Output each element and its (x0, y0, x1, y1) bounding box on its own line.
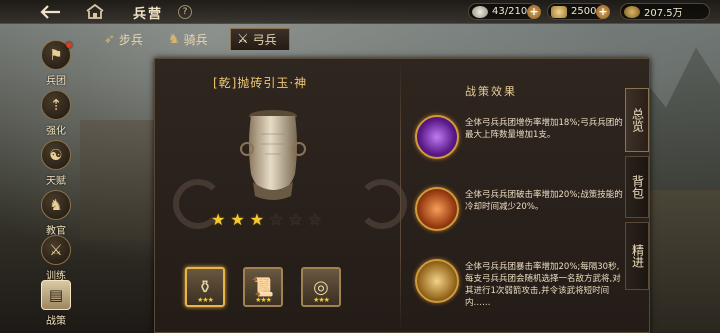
star-filled-icon: ★ (249, 210, 265, 229)
archer-gold-icon[interactable] (415, 259, 459, 303)
star-empty-icon: ★ (288, 210, 303, 229)
tab-archer[interactable]: ⚔ 弓兵 (230, 28, 290, 50)
grain-icon (551, 5, 567, 18)
effect-item: 全体弓兵兵团破击率增加20%;战策技能的冷却时间减少20%。 (415, 187, 625, 239)
star-filled-icon: ★ (211, 210, 226, 229)
silver-value: 207.5万 (644, 8, 683, 19)
silver-icon (624, 5, 640, 18)
tab-overview[interactable]: 总览 (625, 88, 649, 152)
sidebar-item-upgrade[interactable]: ⇡ 强化 (34, 90, 78, 146)
upgrade-icon: ⇡ (41, 90, 71, 120)
panel-divider (400, 59, 401, 333)
sidebar-item-talent[interactable]: ☯ 天赋 (34, 140, 78, 196)
item-variants: ⚱ ★★★ 📜 ★★★ ◎ ★★★ (185, 267, 355, 311)
effect-description: 全体弓兵兵团破击率增加20%;战策技能的冷却时间减少20%。 (465, 190, 623, 212)
troops-value: 43/210 (492, 6, 528, 17)
troops-icon (472, 5, 488, 18)
page-title: 兵营 (133, 7, 164, 22)
item-title: [乾]抛砖引玉·神 (213, 76, 308, 90)
effect-item: 全体弓兵兵团增伤率增加18%;弓兵兵团的最大上阵数量增加1支。 (415, 115, 625, 167)
tab-bag[interactable]: 背包 (625, 156, 649, 218)
add-troops-button[interactable]: + (527, 5, 541, 19)
sidebar-item-label: 天赋 (46, 176, 66, 187)
sidebar-item-legion[interactable]: ⚑ 兵团 (34, 40, 78, 96)
jar-artwork (237, 104, 309, 204)
tab-label: 骑兵 (183, 32, 208, 47)
instructor-icon: ♞ (41, 190, 71, 220)
star-empty-icon: ★ (269, 210, 284, 229)
effects-title: 战策效果 (465, 85, 517, 98)
tab-cavalry[interactable]: ♞ 骑兵 (168, 28, 224, 50)
sidebar-item-strategy[interactable]: ▤ 战策 (34, 280, 78, 333)
grain-value: 2500 (571, 6, 597, 17)
archer-purple-icon[interactable] (415, 115, 459, 159)
spear-icon: ➶ (104, 31, 115, 47)
variant-jar[interactable]: ⚱ ★★★ (185, 267, 225, 307)
star-filled-icon: ★ (230, 210, 245, 229)
tab-label: 弓兵 (252, 33, 277, 47)
variant-scroll[interactable]: 📜 ★★★ (243, 267, 283, 307)
back-arrow-icon[interactable] (38, 2, 64, 22)
variant-stars: ★★★ (197, 296, 214, 304)
strategy-book-icon: ▤ (41, 280, 71, 310)
top-bar: 兵营 ? 43/210 + 2500 + 207.5万 (0, 0, 720, 24)
tab-infantry[interactable]: ➶ 步兵 (104, 28, 158, 50)
sidebar-item-label: 兵团 (46, 76, 66, 87)
sidebar-item-label: 强化 (46, 126, 66, 137)
tab-label: 总览 (630, 108, 645, 132)
crossed-bows-icon: ⚔ (237, 32, 249, 47)
horse-icon: ♞ (168, 31, 180, 47)
star-rating: ★ ★ ★ ★ ★ ★ (211, 212, 331, 228)
add-grain-button[interactable]: + (596, 5, 610, 19)
effect-item: 全体弓兵兵团暴击率增加20%;每隔30秒,每支弓兵兵团会随机选择一名敌方武将,对… (415, 259, 625, 308)
silver-counter: 207.5万 (620, 3, 710, 20)
training-icon: ⚔ (41, 235, 71, 265)
grain-counter: 2500 + (547, 3, 610, 20)
sidebar-item-label: 战策 (46, 316, 66, 327)
fortress (640, 190, 720, 333)
tab-label: 步兵 (118, 32, 143, 47)
effect-description: 全体弓兵兵团暴击率增加20%;每隔30秒,每支弓兵兵团会随机选择一名敌方武将,对… (465, 262, 621, 308)
jar-icon: ⚱ (197, 276, 213, 298)
notification-dot (66, 42, 72, 48)
effect-description: 全体弓兵兵团增伤率增加18%;弓兵兵团的最大上阵数量增加1支。 (465, 118, 623, 140)
bow-fire-icon[interactable] (415, 187, 459, 231)
variant-stars: ★★★ (255, 296, 272, 304)
tab-label: 背包 (630, 175, 645, 199)
strategy-panel: [乾]抛砖引玉·神 ★ ★ ★ ★ ★ ★ ⚱ ★★★ 📜 ★★★ ◎ ★★★ … (154, 58, 650, 333)
talent-icon: ☯ (41, 140, 71, 170)
tab-refine[interactable]: 精进 (625, 222, 649, 290)
help-button[interactable]: ? (178, 5, 192, 19)
scroll-icon: 📜 (251, 276, 275, 298)
troops-counter: 43/210 + (468, 3, 541, 20)
star-empty-icon: ★ (307, 210, 323, 229)
variant-stars: ★★★ (313, 296, 330, 304)
camp-icon[interactable] (84, 3, 106, 21)
disc-icon: ◎ (313, 276, 329, 298)
variant-disc[interactable]: ◎ ★★★ (301, 267, 341, 307)
tab-label: 精进 (630, 244, 645, 268)
